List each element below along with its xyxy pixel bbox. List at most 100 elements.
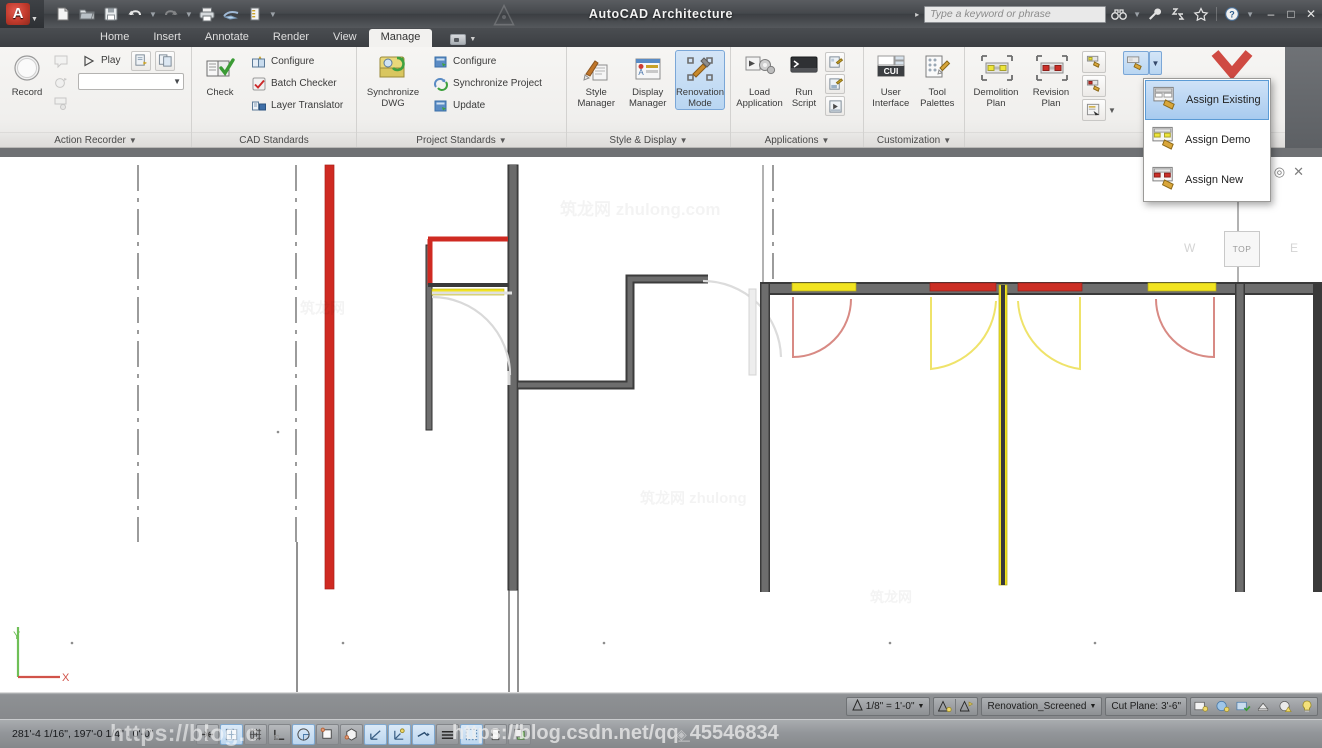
tab-home[interactable]: Home: [88, 29, 141, 47]
dynamic-ucs-icon[interactable]: [388, 723, 411, 745]
save-disk-icon[interactable]: [100, 3, 122, 25]
ribbon-display-options[interactable]: ▼: [450, 34, 476, 47]
plot-preview-icon[interactable]: [220, 3, 242, 25]
auto-scale-icon[interactable]: [956, 698, 977, 715]
panel-dialog-launcher[interactable]: ▼: [680, 136, 688, 145]
isolate-objects-icon[interactable]: [1212, 698, 1233, 715]
viewport-camera-icon[interactable]: ◎: [1274, 164, 1285, 180]
qat-customize-icon[interactable]: ▼: [268, 10, 278, 19]
help-dropdown-icon[interactable]: ▼: [1245, 10, 1255, 19]
configure-standards-button[interactable]: Configure: [248, 51, 346, 72]
macro-options-icon[interactable]: [155, 50, 176, 71]
warning-icon[interactable]: [1275, 698, 1296, 715]
polar-icon[interactable]: [292, 723, 315, 745]
assign-renovation-status-button[interactable]: [1122, 51, 1149, 75]
dyn-input-icon[interactable]: [412, 723, 435, 745]
insert-base-point-icon[interactable]: [51, 72, 71, 92]
printer-icon[interactable]: [196, 3, 218, 25]
revision-plan-button[interactable]: Revision Plan: [1025, 50, 1077, 110]
transparency-icon[interactable]: [460, 723, 483, 745]
snap-tracking-icon[interactable]: [196, 723, 219, 745]
synchronize-dwg-button[interactable]: Synchronize DWG: [362, 50, 424, 110]
renovation-mode-button[interactable]: Renovation Mode: [674, 50, 725, 110]
show-demo-icon[interactable]: [1082, 75, 1106, 97]
panel-dialog-launcher[interactable]: ▼: [499, 136, 507, 145]
menu-item-assign-new[interactable]: Assign New: [1145, 160, 1269, 200]
menu-item-assign-demo[interactable]: Assign Demo: [1145, 120, 1269, 160]
search-dropdown-icon[interactable]: ▼: [1132, 10, 1142, 19]
panel-dialog-launcher[interactable]: ▼: [822, 136, 830, 145]
synchronize-project-button[interactable]: Synchronize Project: [430, 73, 545, 94]
star-icon[interactable]: [1191, 4, 1211, 24]
application-menu-button[interactable]: A ▼: [0, 0, 44, 28]
demolition-plan-button[interactable]: Demolition Plan: [970, 50, 1022, 110]
osnap-icon[interactable]: [316, 723, 339, 745]
batch-checker-button[interactable]: Batch Checker: [248, 73, 346, 94]
project-navigator-icon[interactable]: [244, 3, 266, 25]
quick-properties-icon[interactable]: [484, 723, 507, 745]
chevron-down-icon[interactable]: ▼: [1108, 106, 1116, 115]
annotation-visibility-icon[interactable]: [934, 698, 955, 715]
osnap3d-icon[interactable]: [340, 723, 363, 745]
style-manager-button[interactable]: Style Manager: [572, 50, 620, 110]
tab-insert[interactable]: Insert: [141, 29, 193, 47]
cut-plane-cell[interactable]: Cut Plane: 3'-6": [1106, 698, 1186, 715]
assign-renovation-status-dropdown[interactable]: ▼: [1148, 51, 1162, 75]
tab-view[interactable]: View: [321, 29, 369, 47]
pause-for-input-icon[interactable]: [51, 93, 71, 113]
display-config-cell[interactable]: Renovation_Screened ▼: [982, 698, 1101, 715]
search-input[interactable]: Type a keyword or phrase: [924, 5, 1107, 23]
snap-grid-icon[interactable]: [220, 723, 243, 745]
show-existing-icon[interactable]: [1082, 51, 1106, 73]
panel-dialog-launcher[interactable]: ▼: [943, 136, 951, 145]
drawing-canvas[interactable]: Y X 筑龙网 zhulong.com 筑龙网 筑龙网 zhulong 筑龙网 …: [0, 157, 1322, 692]
manage-macros-icon[interactable]: [131, 50, 152, 71]
bulb-icon[interactable]: [1296, 698, 1317, 715]
menu-item-assign-existing[interactable]: Assign Existing: [1145, 80, 1269, 120]
redo-arrow-icon[interactable]: [160, 3, 182, 25]
wrench-icon[interactable]: [1145, 4, 1165, 24]
play-button[interactable]: Play: [78, 50, 127, 71]
open-folder-icon[interactable]: [76, 3, 98, 25]
annotation-scale-cell[interactable]: 1/8" = 1'-0" ▼: [847, 698, 930, 715]
undo-arrow-icon[interactable]: [124, 3, 146, 25]
infocenter-expand-icon[interactable]: ▸: [915, 10, 919, 19]
lineweight-icon[interactable]: [436, 723, 459, 745]
panel-dialog-launcher[interactable]: ▼: [129, 136, 137, 145]
binoculars-icon[interactable]: [1109, 4, 1129, 24]
coordinates-display[interactable]: 281'-4 1/16", 197'-0 1/4" , 0'-0": [0, 728, 196, 740]
display-manager-button[interactable]: A Display Manager: [623, 50, 671, 110]
grid-icon[interactable]: [244, 723, 267, 745]
help-icon[interactable]: ?: [1222, 4, 1242, 24]
check-standards-button[interactable]: Check: [197, 50, 243, 100]
undo-dropdown-icon[interactable]: ▼: [148, 10, 158, 19]
renovation-settings-icon[interactable]: [1082, 99, 1106, 121]
close-button[interactable]: ✕: [1304, 7, 1318, 21]
update-project-button[interactable]: Update: [430, 95, 545, 116]
command-line-bar[interactable]: 1/8" = 1'-0" ▼ Renovation_Screened ▼ Cut…: [0, 692, 1322, 719]
new-file-icon[interactable]: [52, 3, 74, 25]
insert-message-icon[interactable]: [51, 51, 71, 71]
exchange-icon[interactable]: [1168, 4, 1188, 24]
record-button[interactable]: Record: [5, 50, 49, 100]
run-script-button[interactable]: Run Script: [784, 50, 824, 110]
load-application-button[interactable]: Load Application: [736, 50, 783, 110]
action-macro-combo[interactable]: ▼: [78, 73, 184, 90]
redo-dropdown-icon[interactable]: ▼: [184, 10, 194, 19]
tab-annotate[interactable]: Annotate: [193, 29, 261, 47]
tab-manage[interactable]: Manage: [368, 29, 433, 47]
minimize-button[interactable]: –: [1264, 7, 1278, 21]
user-interface-button[interactable]: CUI User Interface: [869, 50, 913, 110]
selection-cycling-icon[interactable]: [508, 723, 531, 745]
edit-app-icon[interactable]: [825, 52, 845, 72]
viewport-close-icon[interactable]: ✕: [1293, 164, 1304, 180]
otrack-icon[interactable]: [364, 723, 387, 745]
surface-hatch-icon[interactable]: [1233, 698, 1254, 715]
configure-project-button[interactable]: Configure: [430, 51, 545, 72]
ortho-icon[interactable]: [268, 723, 291, 745]
vba-manager-icon[interactable]: [825, 74, 845, 94]
layer-key-icon[interactable]: [1191, 698, 1212, 715]
diagnostic-icon[interactable]: [1254, 698, 1275, 715]
tool-palettes-button[interactable]: Tool Palettes: [916, 50, 960, 110]
maximize-button[interactable]: □: [1284, 7, 1298, 21]
